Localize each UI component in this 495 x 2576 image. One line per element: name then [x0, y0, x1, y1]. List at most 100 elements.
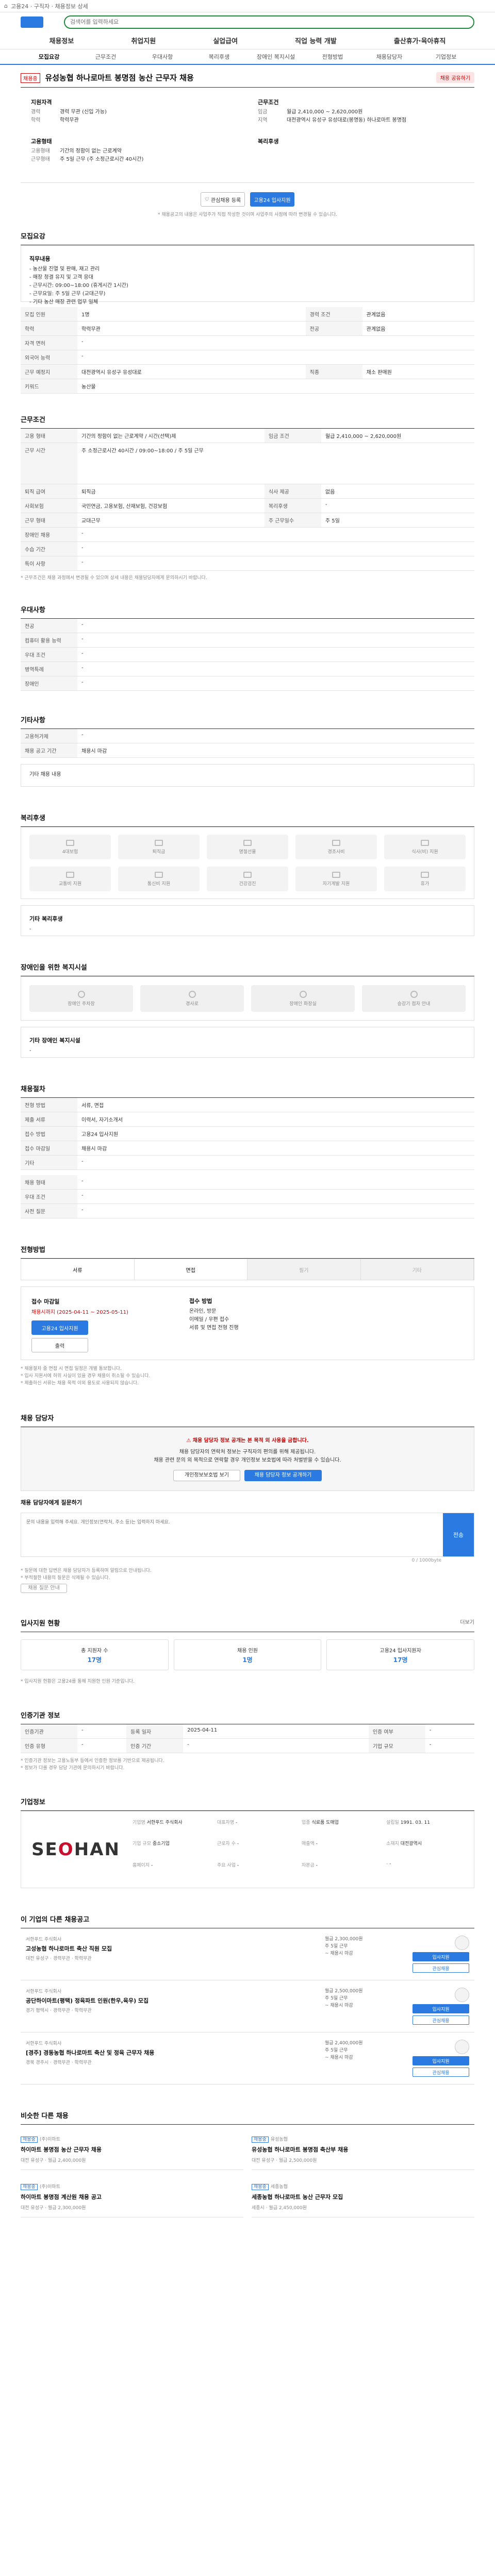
apply-note: * 제출하신 서류는 채용 목적 이외 용도로 사용되지 않습니다.: [21, 1381, 139, 1386]
row-value: 주 소정근로시간 40시간 / 09:00~18:00 / 주 5일 근무: [77, 443, 474, 484]
step-written[interactable]: 필기: [248, 1259, 361, 1280]
share-button[interactable]: 채용 공유하기: [436, 72, 474, 83]
step-other[interactable]: 기타: [360, 1259, 474, 1280]
row-label: 전공: [21, 619, 77, 633]
step-document[interactable]: 서류: [21, 1259, 135, 1280]
recommend-card[interactable]: 채용중 (주)이마트 하이마트 봉명점 계산원 채용 공고 대전 유성구 · 월급 2…: [21, 2178, 243, 2217]
list-item[interactable]: 서한푸드 주식회사 [경주] 경동농협 하나로마트 축산 및 정육 근무자 채용 경…: [21, 2032, 474, 2084]
recommend-card[interactable]: 채용중 유성농협 유성농협 하나로마트 봉명점 축산부 채용 대전 유성구 · 월급 …: [252, 2131, 474, 2170]
table-row: 병역특례 -: [21, 662, 474, 676]
job-scrap-button[interactable]: 관심채용: [412, 1963, 469, 1973]
elevator-icon: [410, 990, 418, 998]
apply-now-button[interactable]: 고용24 입사지원: [31, 1320, 88, 1335]
gnb-leave[interactable]: 출산휴가·육아휴직: [394, 36, 446, 45]
job-detail: 월급 2,300,000원: [325, 1937, 363, 1942]
company-field-label: -: [386, 1861, 388, 1867]
qa-box: 전송: [21, 1513, 474, 1557]
home-icon[interactable]: ⌂: [4, 3, 8, 9]
gnb-unemployment-benefit[interactable]: 실업급여: [213, 36, 238, 45]
header: [0, 12, 495, 32]
stats-more-link[interactable]: 더보기: [460, 1618, 474, 1628]
row-label: 접수 방법: [21, 1126, 77, 1141]
tab-prefer[interactable]: 우대사항: [134, 53, 191, 61]
job-apply-button[interactable]: 입사지원: [412, 2004, 469, 2013]
row-value: 기간의 정함이 없는 근로계약 / 시간(선택)제: [77, 429, 265, 443]
tab-recruit[interactable]: 모집요강: [21, 53, 77, 61]
table-row: 접수 방법 고용24 입사지원: [21, 1126, 474, 1141]
job-title[interactable]: [경주] 경동농협 하나로마트 축산 및 정육 근무자 채용: [26, 2048, 320, 2057]
job-scrap-button[interactable]: 관심채용: [412, 2067, 469, 2077]
privacy-law-button[interactable]: 개인정보보호법 보기: [173, 1470, 240, 1481]
rec-title[interactable]: 유성농협 하나로마트 봉명점 축산부 채용: [252, 2145, 474, 2154]
rec-title[interactable]: 하이마트 봉명점 계산원 채용 공고: [21, 2193, 243, 2201]
site-logo[interactable]: [21, 16, 43, 28]
apply-button[interactable]: 고용24 입사지원: [250, 192, 294, 207]
apply-method-line: 서류 및 면접 전형 진행: [189, 1325, 239, 1331]
row-label: 접수 마감일: [21, 1141, 77, 1156]
kv-label: 임금: [258, 109, 268, 115]
gnb-employment-support[interactable]: 취업지원: [131, 36, 156, 45]
tab-conditions[interactable]: 근무조건: [77, 53, 134, 61]
qa-send-button[interactable]: 전송: [443, 1513, 474, 1556]
facility-label: 승강기 점자 안내: [397, 1001, 431, 1007]
row-label: 고용 형태: [21, 429, 77, 443]
print-button[interactable]: 출력: [31, 1338, 88, 1352]
gnb-jobs[interactable]: 채용정보: [50, 36, 74, 45]
row-value: -: [77, 619, 474, 633]
tab-company[interactable]: 기업정보: [418, 53, 474, 61]
tab-manager[interactable]: 채용담당자: [361, 53, 418, 61]
welfare-label: 휴가: [420, 881, 430, 887]
tab-welfare[interactable]: 복리후생: [191, 53, 248, 61]
rec-title[interactable]: 세종농협 하나로마트 농산 근무자 모집: [252, 2193, 474, 2201]
vacation-icon: [421, 871, 429, 878]
employment-type-heading: 고용형태: [31, 138, 52, 145]
health-icon: [243, 871, 252, 878]
company-field-value: 중소기업: [152, 1841, 170, 1847]
welfare-label: 퇴직금: [152, 849, 166, 855]
recommend-card[interactable]: 채용중 (주)이마트 하이마트 봉명점 농산 근무자 채용 대전 유성구 · 월급 2…: [21, 2131, 243, 2170]
facility-item: 장애인 주차장: [29, 985, 133, 1012]
job-title[interactable]: 고성농협 하나로마트 축산 직원 모집: [26, 1944, 320, 1953]
manager-desc-2: 채용 관련 문의 외 목적으로 연락할 경우 개인정보 보호법에 따라 처벌받을…: [154, 1458, 341, 1463]
bus-icon: [66, 871, 74, 878]
job-detail: 주 5일 근무: [325, 2048, 348, 2053]
job-apply-button[interactable]: 입사지원: [412, 1952, 469, 1961]
row-label: 사전 질문: [21, 1204, 77, 1218]
process-table-2: 채용 형태 - 우대 조건 - 사전 질문 -: [21, 1175, 474, 1218]
row-value: -: [77, 662, 474, 676]
qa-notice-button[interactable]: 채용 질문 안내: [21, 1584, 67, 1593]
apply-method-line: 온라인, 방문: [189, 1309, 217, 1314]
step-interview[interactable]: 면접: [134, 1259, 248, 1280]
gnb-training[interactable]: 직업 능력 개발: [295, 36, 337, 45]
table-row: 인증 유형 - 인증 기간 - 기업 규모 -: [21, 1738, 474, 1753]
tab-apply[interactable]: 전형방법: [304, 53, 361, 61]
rec-title[interactable]: 하이마트 봉명점 농산 근무자 채용: [21, 2145, 243, 2154]
row-value: -: [77, 1155, 474, 1170]
kv-label: 근무형태: [31, 157, 50, 162]
recommend-card[interactable]: 채용중 세종농협 세종농협 하나로마트 농산 근무자 모집 세종시 · 월급 2,45…: [252, 2178, 474, 2217]
apply-note: * 채용절차 중 면접 시 면접 일정은 개별 통보합니다.: [21, 1366, 122, 1371]
kv-value: 월급 2,410,000 ~ 2,620,000원: [287, 109, 363, 115]
list-item[interactable]: 서한푸드 주식회사 고성농협 하나로마트 축산 직원 모집 대전 유성구 · 경력무…: [21, 1928, 474, 1980]
job-scrap-button[interactable]: 관심채용: [412, 2015, 469, 2025]
table-row: 수습 기간 -: [21, 541, 474, 556]
envelope-icon: [332, 839, 340, 846]
tab-disability[interactable]: 장애인 복지시설: [248, 53, 304, 61]
company-field-value: -: [237, 1862, 239, 1868]
duty-line: - 근무시간: 09:00~18:00 (휴게시간 1시간): [29, 283, 128, 289]
money-icon: [155, 839, 163, 846]
company-logo-icon: [455, 1936, 469, 1950]
rec-tag: 채용중: [21, 2184, 38, 2190]
qa-textarea[interactable]: [21, 1513, 443, 1556]
job-company: 서한푸드 주식회사: [26, 2041, 62, 2046]
scrap-button[interactable]: ♡ 관심채용 등록: [201, 192, 245, 207]
show-manager-button[interactable]: 채용 담당자 정보 공개하기: [244, 1470, 322, 1481]
section-title-prefer: 우대사항: [21, 599, 474, 619]
company-field-value: -: [389, 1861, 391, 1867]
search-input[interactable]: [64, 15, 474, 29]
list-item[interactable]: 서한푸드 주식회사 공단하이마트(평택) 정육파트 인원(한우,육우) 모집 경기 …: [21, 1980, 474, 2032]
job-apply-button[interactable]: 입사지원: [412, 2056, 469, 2065]
row-label: 장애인: [21, 676, 77, 691]
job-title[interactable]: 공단하이마트(평택) 정육파트 인원(한우,육우) 모집: [26, 1996, 320, 2005]
other-table: 고용허가제 - 채용 공고 기간 채용시 마감: [21, 729, 474, 758]
